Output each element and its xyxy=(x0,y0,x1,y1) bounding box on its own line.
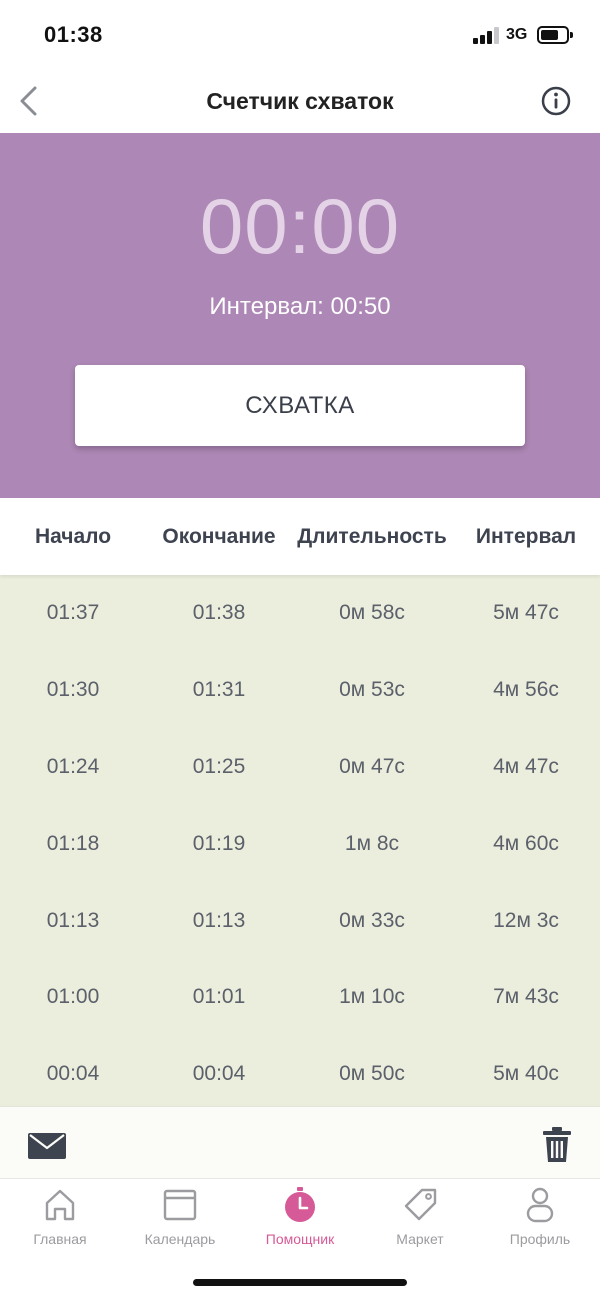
timer-icon xyxy=(285,1187,315,1222)
cell-interval: 4м 47с xyxy=(493,754,559,778)
table-row: 01:37 01:38 0м 58с 5м 47с xyxy=(0,575,600,652)
table-row: 01:13 01:13 0м 33с 12м 3с xyxy=(0,882,600,959)
tab-calendar[interactable]: Календарь xyxy=(120,1187,240,1251)
cell-duration: 1м 10с xyxy=(339,985,405,1009)
cell-duration: 0м 50с xyxy=(339,1062,405,1086)
table-row: 01:00 01:01 1м 10с 7м 43с xyxy=(0,959,600,1036)
cell-start: 01:00 xyxy=(46,985,100,1009)
delete-button[interactable] xyxy=(543,1127,571,1163)
cell-start: 00:04 xyxy=(46,1062,100,1086)
interval-label: Интервал: 00:50 xyxy=(209,293,391,320)
nav-bar: Счетчик схваток xyxy=(0,70,600,133)
table-row: 00:04 00:04 0м 50с 5м 40с xyxy=(0,1036,600,1106)
signal-strength-icon xyxy=(473,27,499,44)
tag-icon xyxy=(404,1188,437,1221)
column-header-start: Начало xyxy=(34,524,112,548)
timer-display: 00:00 xyxy=(199,182,401,270)
tab-label: Профиль xyxy=(509,1231,571,1247)
contractions-table[interactable]: 01:37 01:38 0м 58с 5м 47с 01:30 01:31 0м… xyxy=(0,575,600,1106)
status-bar: 01:38 3G xyxy=(0,0,600,70)
cell-duration: 1м 8с xyxy=(344,831,400,855)
cell-duration: 0м 58с xyxy=(339,601,405,625)
column-header-duration: Длительность xyxy=(297,524,447,548)
cell-end: 00:04 xyxy=(192,1062,246,1086)
cell-end: 01:38 xyxy=(192,601,246,625)
cell-interval: 4м 56с xyxy=(493,678,559,702)
tab-label: Помощник xyxy=(265,1231,335,1247)
timer-panel: 00:00 Интервал: 00:50 СХВАТКА xyxy=(0,133,600,498)
cell-start: 01:18 xyxy=(46,831,100,855)
home-indicator[interactable] xyxy=(193,1279,407,1286)
battery-icon xyxy=(537,26,573,44)
info-button[interactable] xyxy=(540,85,572,117)
profile-icon xyxy=(526,1187,554,1223)
cell-duration: 0м 53с xyxy=(339,678,405,702)
page-title: Счетчик схваток xyxy=(206,88,394,114)
tab-label: Календарь xyxy=(144,1231,216,1247)
column-header-end: Окончание xyxy=(162,524,276,548)
calendar-icon xyxy=(163,1189,197,1221)
tab-assistant[interactable]: Помощник xyxy=(240,1187,360,1251)
network-type: 3G xyxy=(506,26,528,43)
cell-start: 01:24 xyxy=(46,754,100,778)
tab-label: Маркет xyxy=(396,1231,444,1247)
actions-bar xyxy=(0,1106,600,1178)
cell-end: 01:01 xyxy=(192,985,246,1009)
cell-interval: 12м 3с xyxy=(493,908,559,932)
table-row: 01:24 01:25 0м 47с 4м 47с xyxy=(0,729,600,806)
cell-start: 01:30 xyxy=(46,678,100,702)
cell-interval: 4м 60с xyxy=(493,831,559,855)
cell-interval: 7м 43с xyxy=(493,985,559,1009)
trash-icon xyxy=(543,1127,571,1162)
table-row: 01:30 01:31 0м 53с 4м 56с xyxy=(0,652,600,729)
table-header: Начало Окончание Длительность Интервал xyxy=(0,498,600,575)
tab-profile[interactable]: Профиль xyxy=(480,1187,600,1251)
tab-market[interactable]: Маркет xyxy=(360,1187,480,1251)
home-icon xyxy=(45,1189,75,1221)
cell-interval: 5м 47с xyxy=(493,601,559,625)
cell-start: 01:37 xyxy=(46,601,100,625)
email-button[interactable] xyxy=(28,1133,66,1159)
tab-home[interactable]: Главная xyxy=(0,1187,120,1251)
status-time: 01:38 xyxy=(44,22,103,47)
cell-end: 01:19 xyxy=(192,831,246,855)
tab-label: Главная xyxy=(33,1231,87,1247)
contraction-button[interactable]: СХВАТКА xyxy=(75,365,525,446)
cell-duration: 0м 33с xyxy=(339,908,405,932)
cell-end: 01:31 xyxy=(192,678,246,702)
cell-end: 01:25 xyxy=(192,754,246,778)
cell-duration: 0м 47с xyxy=(339,754,405,778)
column-header-interval: Интервал xyxy=(475,524,577,548)
info-icon xyxy=(541,86,571,116)
cell-end: 01:13 xyxy=(192,908,246,932)
table-row: 01:18 01:19 1м 8с 4м 60с xyxy=(0,805,600,882)
cell-interval: 5м 40с xyxy=(493,1062,559,1086)
mail-icon xyxy=(28,1133,66,1159)
cell-start: 01:13 xyxy=(46,908,100,932)
